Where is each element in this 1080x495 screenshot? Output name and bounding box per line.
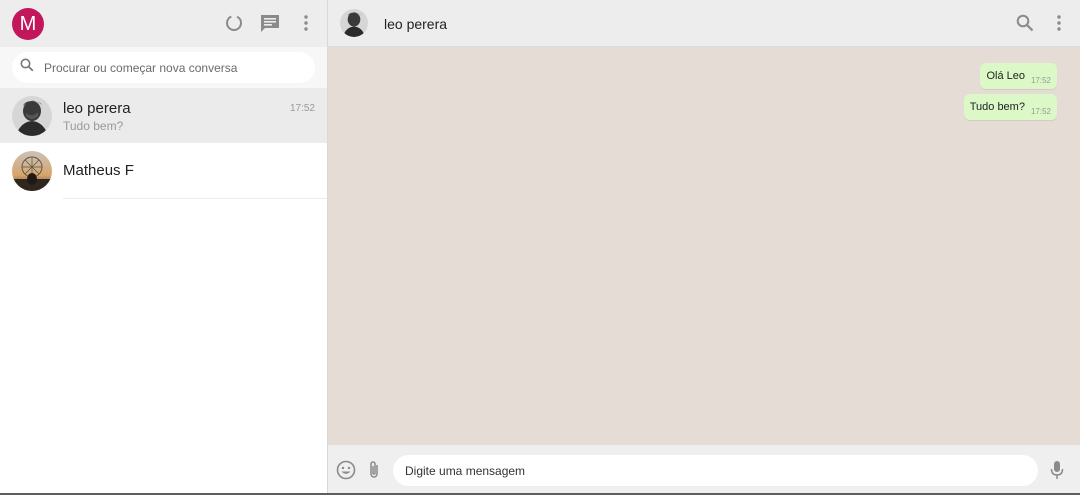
microphone-icon[interactable] bbox=[1046, 459, 1068, 481]
search-icon[interactable] bbox=[1014, 12, 1036, 34]
menu-icon[interactable] bbox=[295, 12, 317, 34]
user-initial: M bbox=[19, 12, 37, 35]
message-list: Olá Leo 17:52 Tudo bem? 17:52 bbox=[328, 47, 1080, 445]
conversation-panel: leo perera Olá Leo 17:52 Tudo bem? 17:52 bbox=[328, 0, 1080, 495]
contact-avatar[interactable] bbox=[340, 9, 368, 37]
contact-avatar bbox=[12, 96, 52, 136]
emoji-icon[interactable] bbox=[335, 459, 357, 481]
sidebar-header-actions bbox=[223, 12, 317, 34]
sidebar: M Procurar ou começar nova conversa leo … bbox=[0, 0, 328, 495]
attach-icon[interactable] bbox=[363, 459, 385, 481]
conversation-header: leo perera bbox=[328, 0, 1080, 47]
status-icon[interactable] bbox=[223, 12, 245, 34]
chat-name: Matheus F bbox=[63, 162, 134, 179]
chat-name: leo perera bbox=[63, 100, 131, 117]
message-time: 17:52 bbox=[1030, 76, 1051, 85]
message-text: Tudo bem? bbox=[969, 101, 1025, 113]
message-time: 17:52 bbox=[1030, 107, 1051, 116]
chat-preview: Tudo bem? bbox=[63, 119, 124, 133]
message-bubble[interactable]: Olá Leo 17:52 bbox=[980, 63, 1057, 89]
message-text: Olá Leo bbox=[986, 70, 1025, 82]
new-chat-icon[interactable] bbox=[259, 12, 281, 34]
chat-list: leo perera Tudo bem? 17:52 Matheus F bbox=[0, 88, 327, 199]
search-bar bbox=[0, 47, 327, 88]
chat-item-matheus-f[interactable]: Matheus F bbox=[0, 143, 327, 199]
chat-divider bbox=[63, 198, 327, 199]
sidebar-header: M bbox=[0, 0, 327, 47]
message-composer bbox=[328, 445, 1080, 495]
whatsapp-web-app: M Procurar ou começar nova conversa leo … bbox=[0, 0, 1080, 495]
chat-time: 17:52 bbox=[289, 103, 315, 114]
message-input[interactable] bbox=[393, 455, 1038, 486]
search-box[interactable] bbox=[12, 52, 315, 83]
menu-icon[interactable] bbox=[1048, 12, 1070, 34]
conversation-header-actions bbox=[1014, 12, 1070, 34]
message-bubble[interactable]: Tudo bem? 17:52 bbox=[963, 94, 1057, 120]
contact-name[interactable]: leo perera bbox=[384, 16, 447, 32]
search-icon bbox=[20, 58, 34, 77]
user-avatar[interactable]: M bbox=[12, 8, 44, 40]
chat-item-leo-perera[interactable]: leo perera Tudo bem? 17:52 bbox=[0, 88, 327, 143]
chat-meta: leo perera Tudo bem? bbox=[63, 100, 315, 133]
contact-avatar bbox=[12, 151, 52, 191]
search-input[interactable] bbox=[44, 60, 294, 75]
chat-meta: Matheus F bbox=[63, 162, 315, 179]
